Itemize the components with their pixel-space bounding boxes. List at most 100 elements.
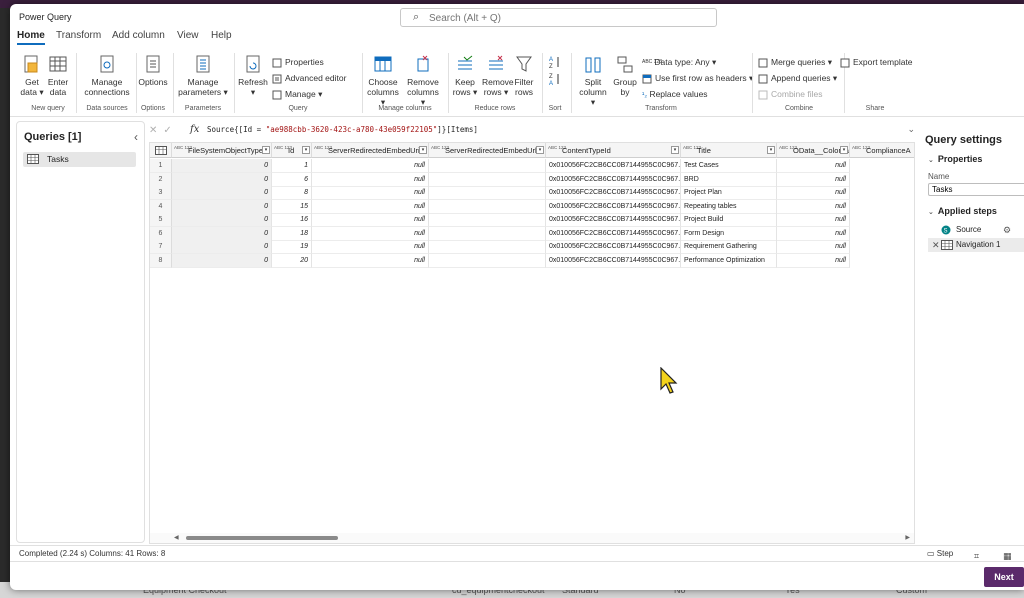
table-cell[interactable]: null — [777, 199, 850, 214]
table-cell[interactable]: Performance Optimization — [681, 253, 777, 268]
table-cell[interactable]: 16 — [272, 213, 312, 227]
table-cell[interactable]: Project Plan — [681, 186, 777, 200]
row-number[interactable]: 3 — [150, 186, 172, 200]
table-cell[interactable]: 0 — [172, 240, 272, 254]
scroll-left-icon[interactable]: ◀ — [174, 534, 179, 541]
column-header[interactable]: ABC 123 ComplianceA — [850, 143, 914, 158]
table-cell[interactable]: null — [312, 172, 429, 187]
table-cell[interactable]: 20 — [272, 253, 312, 268]
row-number[interactable]: 2 — [150, 172, 172, 187]
table-cell[interactable] — [429, 172, 546, 187]
advanced-editor-button[interactable]: Advanced editor — [272, 71, 346, 85]
manage-parameters-button[interactable]: Manage parameters ▾ — [178, 55, 228, 97]
table-cell[interactable]: Form Design — [681, 226, 777, 241]
table-cell[interactable]: Test Cases — [681, 159, 777, 173]
table-cell[interactable]: null — [777, 159, 850, 173]
table-cell[interactable]: null — [777, 240, 850, 254]
name-field[interactable] — [928, 183, 1024, 196]
step-navigation-1[interactable]: ✕ Navigation 1 — [928, 238, 1024, 252]
table-cell[interactable]: 0 — [172, 159, 272, 173]
table-cell[interactable]: 0 — [172, 172, 272, 187]
applied-steps-section[interactable]: ⌄ Applied steps — [928, 206, 997, 216]
replace-values-button[interactable]: ¹₂ Replace values — [642, 87, 708, 101]
step-source[interactable]: S Source ⚙ — [928, 223, 1024, 237]
data-type-icon[interactable]: ABC 123 — [431, 145, 449, 150]
refresh-button[interactable]: Refresh ▾ — [238, 55, 268, 97]
table-cell[interactable]: BRD — [681, 172, 777, 187]
search-box[interactable]: ⌕ — [400, 8, 717, 27]
choose-columns-button[interactable]: Choose columns ▾ — [366, 55, 400, 107]
horizontal-scrollbar[interactable]: ◀ ▶ — [150, 533, 914, 543]
keep-rows-button[interactable]: Keep rows ▾ — [452, 55, 478, 97]
table-cell[interactable]: 19 — [272, 240, 312, 254]
collapse-chevron-icon[interactable]: ‹ — [134, 130, 138, 144]
column-filter-dropdown-icon[interactable]: ▾ — [671, 146, 679, 154]
manage-button[interactable]: Manage ▾ — [272, 87, 322, 101]
table-cell[interactable]: 6 — [272, 172, 312, 187]
column-header[interactable]: ABC 123 Title ▾ — [681, 143, 777, 158]
step-button[interactable]: ▭ Step — [927, 546, 953, 562]
formula-text[interactable]: Source{[Id = "ae988cbb-3620-423c-a780-43… — [207, 125, 478, 134]
scroll-right-icon[interactable]: ▶ — [905, 534, 910, 541]
search-input[interactable] — [429, 11, 709, 25]
table-cell[interactable] — [429, 226, 546, 241]
tab-view[interactable]: View — [177, 30, 199, 41]
filter-rows-button[interactable]: Filter rows — [512, 55, 536, 97]
column-header[interactable]: ABC 123 FileSystemObjectType ▾ — [172, 143, 272, 158]
append-queries-button[interactable]: Append queries ▾ — [758, 71, 837, 85]
table-cell[interactable] — [429, 240, 546, 254]
column-filter-dropdown-icon[interactable]: ▾ — [536, 146, 544, 154]
query-item-tasks[interactable]: Tasks — [23, 152, 136, 167]
group-by-button[interactable]: Group by — [613, 55, 637, 97]
table-cell[interactable]: 0x010056FC2CB6CC0B7144955C0C967... — [546, 213, 681, 227]
table-cell[interactable]: 0x010056FC2CB6CC0B7144955C0C967... — [546, 226, 681, 241]
table-cell[interactable] — [429, 253, 546, 268]
data-type-icon[interactable]: ABC 123 — [779, 145, 797, 150]
data-type-icon[interactable]: ABC 123 — [852, 145, 870, 150]
data-type-icon[interactable]: ABC 123 — [683, 145, 701, 150]
table-cell[interactable]: 0 — [172, 213, 272, 227]
table-cell[interactable]: 1 — [272, 159, 312, 173]
table-cell[interactable]: null — [777, 226, 850, 241]
sort-descending-button[interactable]: ZA — [547, 72, 563, 88]
row-number[interactable]: 4 — [150, 199, 172, 214]
properties-section[interactable]: ⌄ Properties — [928, 154, 982, 164]
split-column-button[interactable]: Split column ▾ — [576, 55, 610, 107]
table-cell[interactable]: null — [777, 172, 850, 187]
row-number[interactable]: 7 — [150, 240, 172, 254]
table-cell[interactable]: 0 — [172, 253, 272, 268]
formula-bar[interactable]: ✕✓ fx Source{[Id = "ae988cbb-3620-423c-a… — [149, 123, 915, 139]
sort-ascending-button[interactable]: AZ — [547, 55, 563, 71]
table-cell[interactable]: 8 — [272, 186, 312, 200]
row-number[interactable]: 8 — [150, 253, 172, 268]
table-cell[interactable]: 0x010056FC2CB6CC0B7144955C0C967... — [546, 172, 681, 187]
column-filter-dropdown-icon[interactable]: ▾ — [302, 146, 310, 154]
remove-rows-button[interactable]: Remove rows ▾ — [482, 55, 514, 97]
table-cell[interactable]: null — [312, 213, 429, 227]
table-cell[interactable]: 15 — [272, 199, 312, 214]
data-type-icon[interactable]: ABC 123 — [314, 145, 332, 150]
table-cell[interactable]: 0x010056FC2CB6CC0B7144955C0C967... — [546, 199, 681, 214]
tab-add-column[interactable]: Add column — [112, 30, 165, 41]
table-cell[interactable]: null — [777, 186, 850, 200]
properties-button[interactable]: Properties — [272, 55, 324, 69]
row-number[interactable]: 5 — [150, 213, 172, 227]
table-cell[interactable]: null — [777, 253, 850, 268]
tab-home[interactable]: Home — [17, 30, 45, 45]
table-cell[interactable] — [429, 213, 546, 227]
next-button[interactable]: Next — [984, 567, 1024, 587]
data-type-icon[interactable]: ABC 123 — [274, 145, 292, 150]
table-cell[interactable]: 18 — [272, 226, 312, 241]
export-template-button[interactable]: Export template — [840, 55, 913, 69]
get-data-button[interactable]: Get data ▾ — [20, 55, 44, 97]
row-number[interactable]: 6 — [150, 226, 172, 241]
table-cell[interactable]: null — [312, 159, 429, 173]
options-button[interactable]: Options — [138, 55, 168, 87]
scrollbar-thumb[interactable] — [186, 536, 338, 540]
column-header[interactable]: ABC 123 ServerRedirectedEmbedUrl ▾ — [429, 143, 546, 158]
column-filter-dropdown-icon[interactable]: ▾ — [262, 146, 270, 154]
table-cell[interactable]: 0x010056FC2CB6CC0B7144955C0C967... — [546, 253, 681, 268]
manage-connections-button[interactable]: Manage connections — [82, 55, 132, 97]
column-header[interactable]: ABC 123 ContentTypeId ▾ — [546, 143, 681, 158]
table-cell[interactable]: 0x010056FC2CB6CC0B7144955C0C967... — [546, 159, 681, 173]
